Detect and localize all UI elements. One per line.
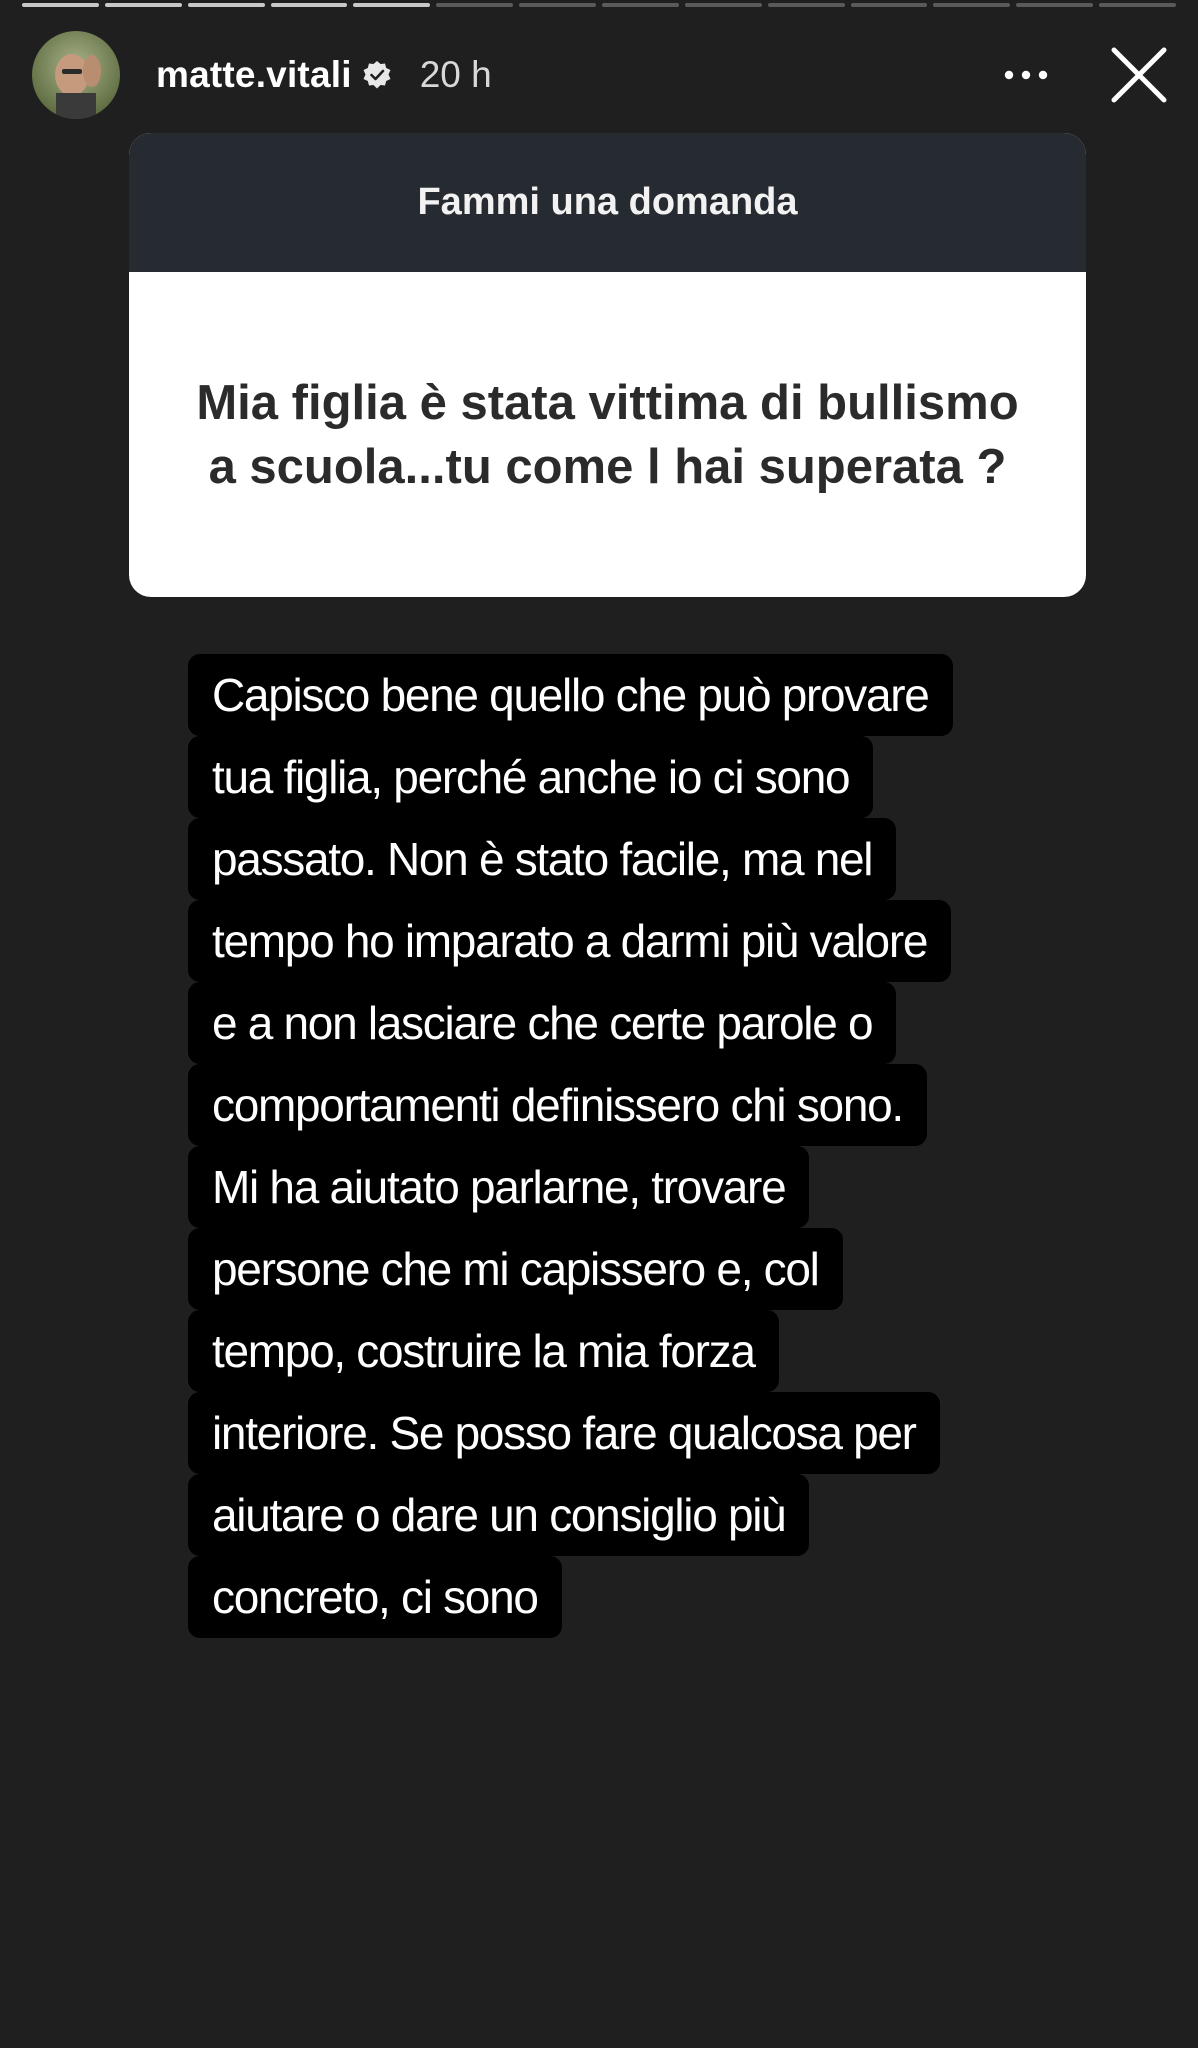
close-button[interactable]: [1104, 40, 1174, 110]
question-sticker-title: Fammi una domanda: [417, 181, 798, 223]
story-progress-bar: [22, 3, 1177, 8]
answer-line: tempo ho imparato a darmi più valore: [188, 900, 952, 982]
question-sticker[interactable]: Fammi una domanda Mia figlia è stata vit…: [129, 133, 1086, 597]
progress-segment: [187, 3, 265, 7]
progress-segment: [684, 3, 762, 7]
answer-line: Mi ha aiutato parlarne, trovare: [188, 1146, 810, 1228]
progress-segment: [933, 3, 1011, 7]
answer-line: tempo, costruire la mia forza: [188, 1310, 779, 1392]
progress-segment: [767, 3, 845, 7]
question-sticker-header: Fammi una domanda: [129, 133, 1086, 272]
progress-segment: [353, 3, 431, 7]
progress-segment: [436, 3, 514, 7]
answer-line: interiore. Se posso fare qualcosa per: [188, 1392, 940, 1474]
progress-segment: [22, 3, 99, 7]
answer-line: aiutare o dare un consiglio più: [188, 1474, 810, 1556]
answer-line: passato. Non è stato facile, ma nel: [188, 818, 897, 900]
username[interactable]: matte.vitali: [156, 54, 352, 96]
more-horizontal-icon: [1004, 70, 1048, 80]
answer-line: e a non lasciare che certe parole o: [188, 982, 897, 1064]
progress-segment: [104, 3, 182, 7]
progress-segment: [850, 3, 928, 7]
progress-segment: [519, 3, 597, 7]
progress-segment: [270, 3, 348, 7]
post-time: 20 h: [419, 54, 492, 95]
progress-segment: [1099, 3, 1177, 7]
progress-segment: [1016, 3, 1094, 7]
more-options-button[interactable]: [996, 45, 1056, 105]
answer-line: Capisco bene quello che può provare: [188, 654, 953, 736]
answer-text: Capisco bene quello che può provare tua …: [188, 654, 1048, 1638]
avatar[interactable]: [32, 31, 120, 119]
close-icon: [1111, 47, 1167, 103]
answer-line: concreto, ci sono: [188, 1556, 562, 1638]
answer-line: tua figlia, perché anche io ci sono: [188, 736, 874, 818]
story-header: matte.vitali 20 h: [32, 28, 1174, 122]
question-text: Mia figlia è stata vittima di bullismo a…: [196, 375, 1019, 494]
question-sticker-body: Mia figlia è stata vittima di bullismo a…: [129, 272, 1086, 597]
progress-segment: [602, 3, 679, 7]
verified-badge-icon: [362, 60, 392, 90]
answer-line: persone che mi capissero e, col: [188, 1228, 843, 1310]
answer-line: comportamenti definissero chi sono.: [188, 1064, 927, 1146]
